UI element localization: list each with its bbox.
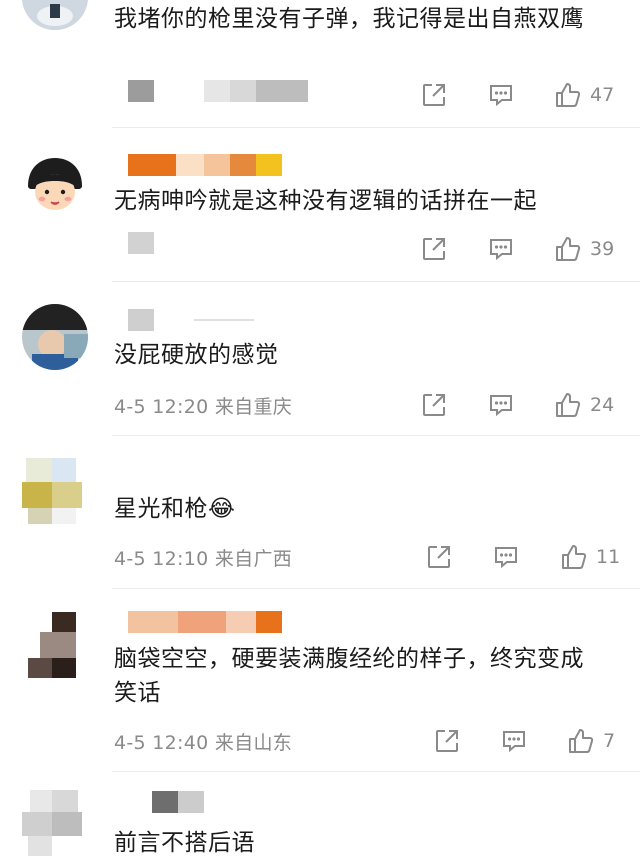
share-icon bbox=[423, 394, 445, 416]
user-avatar[interactable] bbox=[22, 612, 88, 678]
comment-item: 没屁硬放的感觉 4-5 12:20 来自重庆 24 bbox=[0, 282, 640, 436]
share-icon bbox=[428, 546, 450, 568]
comment-icon bbox=[495, 547, 517, 569]
thumbs-up-icon bbox=[556, 393, 581, 417]
reply-button[interactable] bbox=[493, 542, 519, 572]
user-avatar[interactable] bbox=[22, 458, 88, 524]
share-icon bbox=[436, 730, 458, 752]
avatar-cartoon-girl-icon bbox=[22, 152, 88, 218]
like-button[interactable]: 11 bbox=[560, 542, 620, 572]
share-button[interactable] bbox=[421, 390, 447, 420]
like-button[interactable]: 39 bbox=[554, 234, 614, 264]
share-button[interactable] bbox=[426, 542, 452, 572]
user-avatar[interactable] bbox=[22, 0, 88, 30]
thumbs-up-icon bbox=[562, 545, 587, 569]
share-icon bbox=[423, 84, 445, 106]
like-button[interactable]: 24 bbox=[554, 390, 614, 420]
avatar-user-5-icon bbox=[22, 612, 88, 678]
like-count: 11 bbox=[596, 546, 621, 568]
username-redacted[interactable] bbox=[128, 308, 254, 332]
avatar-user-4-icon bbox=[22, 458, 88, 524]
username-redacted[interactable] bbox=[128, 790, 204, 814]
comment-item: 前言不搭后语 bbox=[0, 772, 640, 860]
comment-meta-redacted bbox=[128, 232, 154, 254]
like-count: 47 bbox=[590, 84, 615, 106]
reply-button[interactable] bbox=[501, 726, 527, 756]
comment-meta: 4-5 12:10 来自广西 bbox=[114, 548, 293, 570]
comment-icon bbox=[503, 731, 525, 753]
reply-button[interactable] bbox=[488, 234, 514, 264]
comment-item: 星光和枪😂 4-5 12:10 来自广西 11 bbox=[0, 436, 640, 590]
username-redacted[interactable] bbox=[128, 153, 282, 177]
share-button[interactable] bbox=[434, 726, 460, 756]
divider bbox=[112, 588, 640, 589]
like-count: 7 bbox=[603, 730, 616, 752]
comment-item: 我堵你的枪里没有子弹，我记得是出自燕双鹰 47 bbox=[0, 0, 640, 128]
comment-icon bbox=[490, 239, 512, 261]
like-button[interactable]: 7 bbox=[567, 726, 615, 756]
reply-button[interactable] bbox=[488, 80, 514, 110]
like-count: 24 bbox=[590, 394, 615, 416]
avatar-user-6-icon bbox=[22, 790, 88, 856]
thumbs-up-icon bbox=[556, 83, 581, 107]
user-avatar[interactable] bbox=[22, 790, 88, 856]
share-icon bbox=[423, 238, 445, 260]
comment-item: 脑袋空空，硬要装满腹经纶的样子，终究变成笑话 4-5 12:40 来自山东 7 bbox=[0, 590, 640, 772]
username-redacted[interactable] bbox=[128, 610, 282, 634]
share-button[interactable] bbox=[421, 234, 447, 264]
comment-icon bbox=[490, 85, 512, 107]
like-count: 39 bbox=[590, 238, 615, 260]
comment-item: 无病呻吟就是这种没有逻辑的话拼在一起 39 bbox=[0, 128, 640, 282]
user-avatar[interactable] bbox=[22, 152, 88, 218]
like-button[interactable]: 47 bbox=[554, 80, 614, 110]
comment-icon bbox=[490, 395, 512, 417]
thumbs-up-icon bbox=[556, 237, 581, 261]
comment-text: 前言不搭后语 bbox=[114, 830, 255, 856]
comment-text: 我堵你的枪里没有子弹，我记得是出自燕双鹰 bbox=[114, 6, 584, 32]
reply-button[interactable] bbox=[488, 390, 514, 420]
thumbs-up-icon bbox=[569, 729, 594, 753]
avatar-image bbox=[22, 0, 88, 30]
comment-text: 没屁硬放的感觉 bbox=[114, 342, 279, 368]
comment-meta: 4-5 12:20 来自重庆 bbox=[114, 396, 293, 418]
comment-meta-redacted bbox=[128, 80, 308, 102]
comment-text: 脑袋空空，硬要装满腹经纶的样子，终究变成笑话 bbox=[114, 646, 584, 706]
share-button[interactable] bbox=[421, 80, 447, 110]
comment-meta: 4-5 12:40 来自山东 bbox=[114, 732, 293, 754]
avatar-user-3-icon bbox=[22, 304, 88, 370]
user-avatar[interactable] bbox=[22, 304, 88, 370]
comment-text: 无病呻吟就是这种没有逻辑的话拼在一起 bbox=[114, 188, 537, 214]
comment-text: 星光和枪😂 bbox=[114, 496, 236, 522]
